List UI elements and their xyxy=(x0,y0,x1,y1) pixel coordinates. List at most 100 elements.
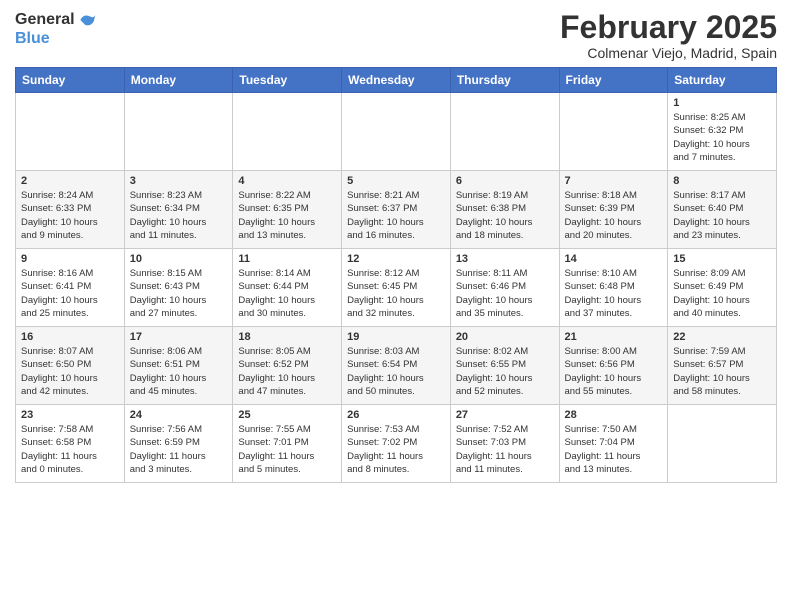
day-info: Sunrise: 8:16 AM Sunset: 6:41 PM Dayligh… xyxy=(21,267,119,320)
day-number: 6 xyxy=(456,175,554,187)
day-info: Sunrise: 7:52 AM Sunset: 7:03 PM Dayligh… xyxy=(456,423,554,476)
table-row: 10 Sunrise: 8:15 AM Sunset: 6:43 PM Dayli… xyxy=(124,249,233,327)
day-number: 28 xyxy=(565,409,663,421)
table-row: 26Sunrise: 7:53 AM Sunset: 7:02 PM Dayli… xyxy=(342,405,451,483)
day-number: 20 xyxy=(456,331,554,343)
table-row: 7Sunrise: 8:18 AM Sunset: 6:39 PM Daylig… xyxy=(559,171,668,249)
day-number: 17 xyxy=(130,331,228,343)
day-info: Sunrise: 8:21 AM Sunset: 6:37 PM Dayligh… xyxy=(347,189,445,242)
day-info: Sunrise: 8:05 AM Sunset: 6:52 PM Dayligh… xyxy=(238,345,336,398)
table-row: 8 Sunrise: 8:17 AM Sunset: 6:40 PM Daylig… xyxy=(668,171,777,249)
day-number: 11 xyxy=(238,253,336,265)
table-row xyxy=(450,93,559,171)
table-row: 28Sunrise: 7:50 AM Sunset: 7:04 PM Dayli… xyxy=(559,405,668,483)
calendar-week-4: 23Sunrise: 7:58 AM Sunset: 6:58 PM Dayli… xyxy=(16,405,777,483)
table-row: 16 Sunrise: 8:07 AM Sunset: 6:50 PM Dayli… xyxy=(16,327,125,405)
day-number: 8 xyxy=(673,175,771,187)
calendar-body: 1 Sunrise: 8:25 AM Sunset: 6:32 PM Daylig… xyxy=(16,93,777,483)
calendar-header-row: Sunday Monday Tuesday Wednesday Thursday… xyxy=(16,68,777,93)
day-info: Sunrise: 8:15 AM Sunset: 6:43 PM Dayligh… xyxy=(130,267,228,320)
table-row: 24 Sunrise: 7:56 AM Sunset: 6:59 PM Dayli… xyxy=(124,405,233,483)
day-info: Sunrise: 8:14 AM Sunset: 6:44 PM Dayligh… xyxy=(238,267,336,320)
day-number: 2 xyxy=(21,175,119,187)
day-info: Sunrise: 8:17 AM Sunset: 6:40 PM Dayligh… xyxy=(673,189,771,242)
day-number: 16 xyxy=(21,331,119,343)
table-row: 22 Sunrise: 7:59 AM Sunset: 6:57 PM Dayli… xyxy=(668,327,777,405)
day-number: 21 xyxy=(565,331,663,343)
table-row xyxy=(668,405,777,483)
day-info: Sunrise: 8:03 AM Sunset: 6:54 PM Dayligh… xyxy=(347,345,445,398)
day-info: Sunrise: 8:07 AM Sunset: 6:50 PM Dayligh… xyxy=(21,345,119,398)
day-info: Sunrise: 7:55 AM Sunset: 7:01 PM Dayligh… xyxy=(238,423,336,476)
day-number: 22 xyxy=(673,331,771,343)
calendar-week-1: 2 Sunrise: 8:24 AM Sunset: 6:33 PM Daylig… xyxy=(16,171,777,249)
title-section: February 2025 Colmenar Viejo, Madrid, Sp… xyxy=(560,10,777,61)
day-info: Sunrise: 8:22 AM Sunset: 6:35 PM Dayligh… xyxy=(238,189,336,242)
logo: General Blue xyxy=(15,10,97,48)
table-row xyxy=(342,93,451,171)
calendar-week-3: 16 Sunrise: 8:07 AM Sunset: 6:50 PM Dayli… xyxy=(16,327,777,405)
day-info: Sunrise: 8:06 AM Sunset: 6:51 PM Dayligh… xyxy=(130,345,228,398)
header-thursday: Thursday xyxy=(450,68,559,93)
table-row: 21 Sunrise: 8:00 AM Sunset: 6:56 PM Dayli… xyxy=(559,327,668,405)
table-row xyxy=(124,93,233,171)
day-number: 12 xyxy=(347,253,445,265)
header-saturday: Saturday xyxy=(668,68,777,93)
header-tuesday: Tuesday xyxy=(233,68,342,93)
day-info: Sunrise: 7:59 AM Sunset: 6:57 PM Dayligh… xyxy=(673,345,771,398)
table-row xyxy=(559,93,668,171)
header-monday: Monday xyxy=(124,68,233,93)
day-info: Sunrise: 8:02 AM Sunset: 6:55 PM Dayligh… xyxy=(456,345,554,398)
table-row: 19 Sunrise: 8:03 AM Sunset: 6:54 PM Dayli… xyxy=(342,327,451,405)
header-wednesday: Wednesday xyxy=(342,68,451,93)
day-info: Sunrise: 8:19 AM Sunset: 6:38 PM Dayligh… xyxy=(456,189,554,242)
day-info: Sunrise: 7:56 AM Sunset: 6:59 PM Dayligh… xyxy=(130,423,228,476)
day-info: Sunrise: 8:00 AM Sunset: 6:56 PM Dayligh… xyxy=(565,345,663,398)
day-number: 4 xyxy=(238,175,336,187)
table-row: 13 Sunrise: 8:11 AM Sunset: 6:46 PM Dayli… xyxy=(450,249,559,327)
day-number: 25 xyxy=(238,409,336,421)
day-info: Sunrise: 7:53 AM Sunset: 7:02 PM Dayligh… xyxy=(347,423,445,476)
day-number: 15 xyxy=(673,253,771,265)
header-sunday: Sunday xyxy=(16,68,125,93)
table-row: 18Sunrise: 8:05 AM Sunset: 6:52 PM Dayli… xyxy=(233,327,342,405)
day-number: 1 xyxy=(673,97,771,109)
day-info: Sunrise: 8:10 AM Sunset: 6:48 PM Dayligh… xyxy=(565,267,663,320)
day-number: 14 xyxy=(565,253,663,265)
location: Colmenar Viejo, Madrid, Spain xyxy=(560,45,777,61)
table-row: 23Sunrise: 7:58 AM Sunset: 6:58 PM Dayli… xyxy=(16,405,125,483)
day-info: Sunrise: 8:25 AM Sunset: 6:32 PM Dayligh… xyxy=(673,111,771,164)
day-info: Sunrise: 8:11 AM Sunset: 6:46 PM Dayligh… xyxy=(456,267,554,320)
day-number: 5 xyxy=(347,175,445,187)
table-row: 9 Sunrise: 8:16 AM Sunset: 6:41 PM Daylig… xyxy=(16,249,125,327)
day-number: 9 xyxy=(21,253,119,265)
table-row xyxy=(16,93,125,171)
day-number: 19 xyxy=(347,331,445,343)
day-number: 24 xyxy=(130,409,228,421)
day-info: Sunrise: 8:09 AM Sunset: 6:49 PM Dayligh… xyxy=(673,267,771,320)
day-info: Sunrise: 8:24 AM Sunset: 6:33 PM Dayligh… xyxy=(21,189,119,242)
day-number: 3 xyxy=(130,175,228,187)
month-title: February 2025 xyxy=(560,10,777,45)
table-row: 3 Sunrise: 8:23 AM Sunset: 6:34 PM Daylig… xyxy=(124,171,233,249)
day-info: Sunrise: 8:23 AM Sunset: 6:34 PM Dayligh… xyxy=(130,189,228,242)
table-row: 1 Sunrise: 8:25 AM Sunset: 6:32 PM Daylig… xyxy=(668,93,777,171)
calendar-table: Sunday Monday Tuesday Wednesday Thursday… xyxy=(15,67,777,483)
day-number: 27 xyxy=(456,409,554,421)
table-row: 15 Sunrise: 8:09 AM Sunset: 6:49 PM Dayli… xyxy=(668,249,777,327)
day-number: 10 xyxy=(130,253,228,265)
table-row: 27 Sunrise: 7:52 AM Sunset: 7:03 PM Dayli… xyxy=(450,405,559,483)
day-number: 13 xyxy=(456,253,554,265)
header: General Blue February 2025 Colmenar Viej… xyxy=(15,10,777,61)
table-row: 12 Sunrise: 8:12 AM Sunset: 6:45 PM Dayli… xyxy=(342,249,451,327)
page-container: General Blue February 2025 Colmenar Viej… xyxy=(0,0,792,493)
table-row: 17 Sunrise: 8:06 AM Sunset: 6:51 PM Dayli… xyxy=(124,327,233,405)
table-row: 5 Sunrise: 8:21 AM Sunset: 6:37 PM Daylig… xyxy=(342,171,451,249)
logo-general-text: General xyxy=(15,11,75,29)
table-row: 4 Sunrise: 8:22 AM Sunset: 6:35 PM Daylig… xyxy=(233,171,342,249)
day-info: Sunrise: 8:12 AM Sunset: 6:45 PM Dayligh… xyxy=(347,267,445,320)
day-number: 23 xyxy=(21,409,119,421)
table-row: 14 Sunrise: 8:10 AM Sunset: 6:48 PM Dayli… xyxy=(559,249,668,327)
table-row: 11 Sunrise: 8:14 AM Sunset: 6:44 PM Dayli… xyxy=(233,249,342,327)
table-row: 2 Sunrise: 8:24 AM Sunset: 6:33 PM Daylig… xyxy=(16,171,125,249)
